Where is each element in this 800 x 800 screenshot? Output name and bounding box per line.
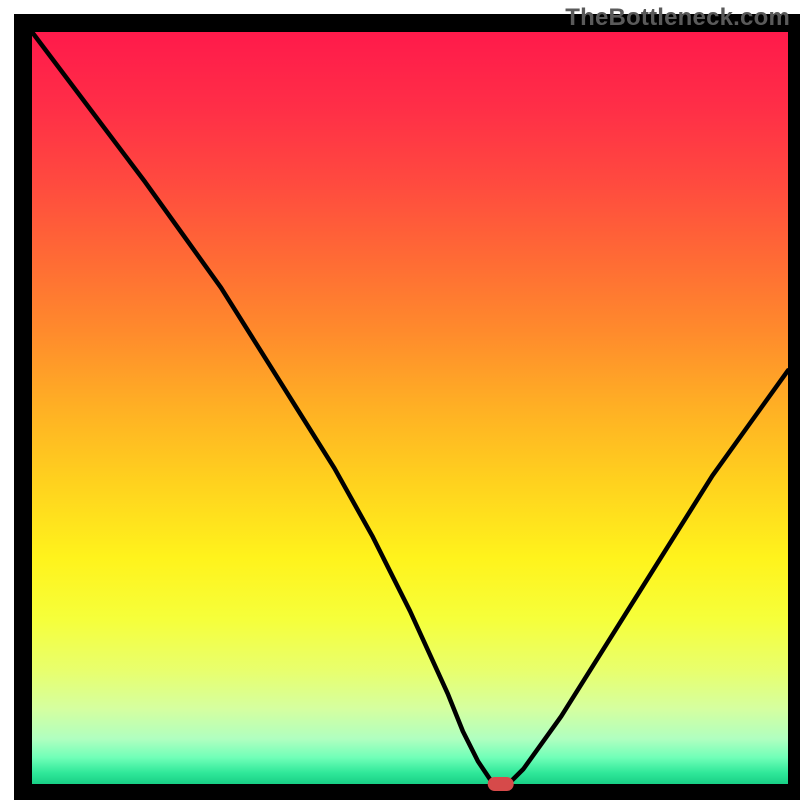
optimal-marker xyxy=(488,777,514,791)
plot-background xyxy=(32,32,788,784)
bottleneck-chart xyxy=(0,0,800,800)
chart-frame: TheBottleneck.com xyxy=(0,0,800,800)
watermark-text: TheBottleneck.com xyxy=(565,4,790,32)
